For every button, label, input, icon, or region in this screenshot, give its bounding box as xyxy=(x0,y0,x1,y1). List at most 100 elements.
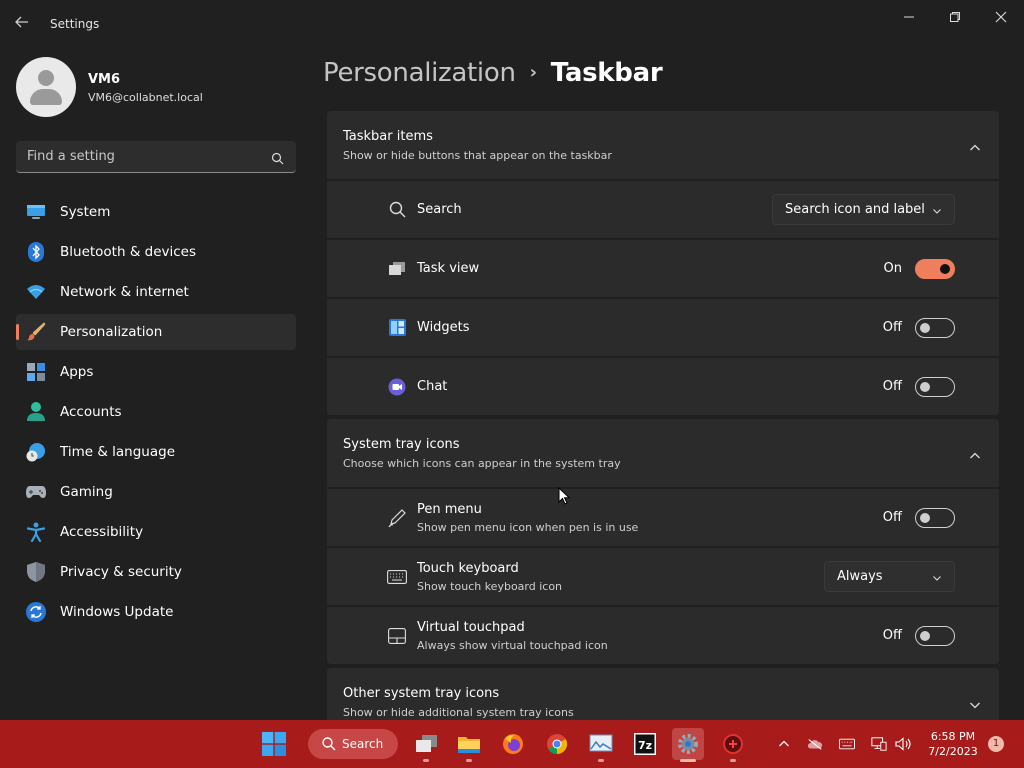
system-tray-header[interactable]: System tray icons Choose which icons can… xyxy=(327,419,999,487)
search-input[interactable] xyxy=(16,141,266,172)
task-view-row: Task view On xyxy=(327,240,999,297)
apps-icon xyxy=(26,362,46,382)
breadcrumb-separator: › xyxy=(529,62,537,83)
row-title: Pen menu xyxy=(417,501,482,517)
search-box[interactable] xyxy=(16,141,296,173)
dropdown-value: Search icon and label xyxy=(785,202,925,217)
chat-icon xyxy=(387,377,407,397)
profile-name: VM6 xyxy=(88,72,121,87)
row-title: Chat xyxy=(417,379,448,394)
taskbar-search-button[interactable]: Search xyxy=(308,729,398,759)
sidebar-item-accounts[interactable]: Accounts xyxy=(16,394,296,430)
close-button[interactable] xyxy=(978,6,1024,28)
network-icon[interactable] xyxy=(871,736,887,752)
chat-row: Chat Off xyxy=(327,358,999,415)
sidebar-item-network[interactable]: Network & internet xyxy=(16,274,296,310)
sidebar-item-label: Accounts xyxy=(60,404,122,420)
bluetooth-icon xyxy=(26,242,46,262)
sidebar-item-privacy-security[interactable]: Privacy & security xyxy=(16,554,296,590)
taskbar-items-header[interactable]: Taskbar items Show or hide buttons that … xyxy=(327,111,999,179)
app-icon[interactable] xyxy=(717,728,749,760)
search-setting-row: Search Search icon and label xyxy=(327,181,999,238)
sidebar-item-label: Windows Update xyxy=(60,604,174,620)
keyboard-icon xyxy=(387,567,407,587)
mouse-cursor-icon xyxy=(558,486,571,509)
sidebar-item-label: Privacy & security xyxy=(60,564,182,580)
notification-badge[interactable]: 1 xyxy=(988,736,1004,752)
sidebar-item-apps[interactable]: Apps xyxy=(16,354,296,390)
minimize-button[interactable] xyxy=(886,6,932,28)
shield-icon xyxy=(26,562,46,582)
group-subtitle: Show or hide additional system tray icon… xyxy=(343,706,574,719)
back-arrow-icon[interactable] xyxy=(14,14,34,34)
pen-menu-row: Pen menu Show pen menu icon when pen is … xyxy=(327,489,999,546)
row-subtitle: Show touch keyboard icon xyxy=(417,579,563,593)
task-view-icon[interactable] xyxy=(410,728,442,760)
sidebar-item-bluetooth[interactable]: Bluetooth & devices xyxy=(16,234,296,270)
sidebar-item-system[interactable]: System xyxy=(16,194,296,230)
sidebar-item-label: Time & language xyxy=(60,444,176,460)
group-subtitle: Choose which icons can appear in the sys… xyxy=(343,457,621,470)
taskbar-search-label: Search xyxy=(342,737,384,751)
start-button-icon[interactable] xyxy=(262,732,286,756)
toggle-state-label: On xyxy=(883,261,902,276)
accessibility-icon xyxy=(26,522,46,542)
pen-menu-toggle[interactable] xyxy=(915,507,955,528)
row-title: Virtual touchpad xyxy=(417,619,525,635)
svg-text:7z: 7z xyxy=(638,739,652,752)
widgets-toggle[interactable] xyxy=(915,317,955,338)
volume-icon[interactable] xyxy=(895,736,911,752)
sidebar-item-accessibility[interactable]: Accessibility xyxy=(16,514,296,550)
sidebar-item-label: Network & internet xyxy=(60,284,189,300)
file-explorer-icon[interactable] xyxy=(453,728,485,760)
breadcrumb: Personalization › Taskbar xyxy=(323,58,663,88)
chat-toggle[interactable] xyxy=(915,376,955,397)
sidebar-item-label: Personalization xyxy=(60,324,163,340)
monitor-icon xyxy=(26,202,46,222)
task-view-icon xyxy=(387,259,407,279)
globe-clock-icon xyxy=(26,442,46,462)
gamepad-icon xyxy=(26,482,46,502)
toggle-state-label: Off xyxy=(882,379,902,394)
keyboard-icon[interactable] xyxy=(839,736,855,752)
7zip-icon[interactable]: 7z xyxy=(629,728,661,760)
toggle-state-label: Off xyxy=(882,320,902,335)
sidebar-item-label: Gaming xyxy=(60,484,113,500)
chevron-down-icon[interactable] xyxy=(969,696,981,709)
chevron-up-icon[interactable] xyxy=(776,736,792,752)
sidebar-item-label: Apps xyxy=(60,364,94,380)
row-title: Touch keyboard xyxy=(417,560,519,576)
chrome-icon[interactable] xyxy=(541,728,573,760)
chevron-up-icon[interactable] xyxy=(969,139,981,151)
group-title: Other system tray icons xyxy=(343,686,500,701)
avatar[interactable] xyxy=(16,57,76,117)
task-view-toggle[interactable] xyxy=(915,258,955,279)
touch-keyboard-dropdown[interactable]: Always xyxy=(824,561,955,592)
search-icon[interactable] xyxy=(271,150,284,165)
sidebar-item-time-language[interactable]: Time & language xyxy=(16,434,296,470)
search-display-dropdown[interactable]: Search icon and label xyxy=(772,194,955,225)
settings-icon[interactable] xyxy=(672,728,704,760)
sidebar-item-personalization[interactable]: Personalization xyxy=(16,314,296,350)
toggle-state-label: Off xyxy=(882,628,902,643)
row-title: Search xyxy=(417,202,462,217)
search-icon xyxy=(387,200,407,220)
sidebar-item-gaming[interactable]: Gaming xyxy=(16,474,296,510)
pen-icon xyxy=(387,508,407,528)
row-subtitle: Always show virtual touchpad icon xyxy=(417,638,608,652)
system-clock[interactable]: 6:58 PM 7/2/2023 xyxy=(918,729,988,759)
breadcrumb-parent[interactable]: Personalization xyxy=(323,58,516,88)
firefox-icon[interactable] xyxy=(497,728,529,760)
profile-email: VM6@collabnet.local xyxy=(88,91,203,104)
app-title: Settings xyxy=(50,17,100,31)
virtual-touchpad-toggle[interactable] xyxy=(915,625,955,646)
title-bar: Settings xyxy=(0,0,1024,48)
chevron-up-icon[interactable] xyxy=(969,447,981,459)
group-subtitle: Show or hide buttons that appear on the … xyxy=(343,149,612,162)
image-viewer-icon[interactable] xyxy=(585,728,617,760)
touchpad-icon xyxy=(387,626,407,646)
row-subtitle: Show pen menu icon when pen is in use xyxy=(417,520,639,534)
sidebar-item-windows-update[interactable]: Windows Update xyxy=(16,594,296,630)
restore-button[interactable] xyxy=(932,6,978,28)
onedrive-icon[interactable] xyxy=(807,736,823,752)
